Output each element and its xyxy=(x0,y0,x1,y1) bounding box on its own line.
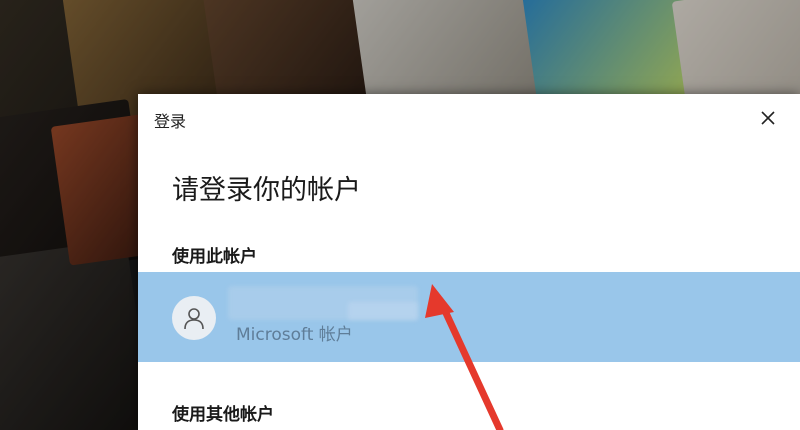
account-type-label: Microsoft 帐户 xyxy=(236,325,353,345)
account-option[interactable]: Microsoft 帐户 xyxy=(138,272,800,362)
close-icon xyxy=(761,111,775,125)
dialog-title: 登录 xyxy=(154,112,187,131)
dialog-heading: 请登录你的帐户 xyxy=(172,175,361,206)
sign-in-dialog: 登录 请登录你的帐户 使用此帐户 Microsoft 帐户 使用其他帐户 xyxy=(138,94,800,430)
avatar xyxy=(172,296,216,340)
account-name-blurred xyxy=(348,302,418,320)
person-icon xyxy=(184,308,204,330)
section-this-account: 使用此帐户 xyxy=(172,247,257,267)
section-other-account: 使用其他帐户 xyxy=(172,405,274,425)
close-button[interactable] xyxy=(754,104,782,132)
